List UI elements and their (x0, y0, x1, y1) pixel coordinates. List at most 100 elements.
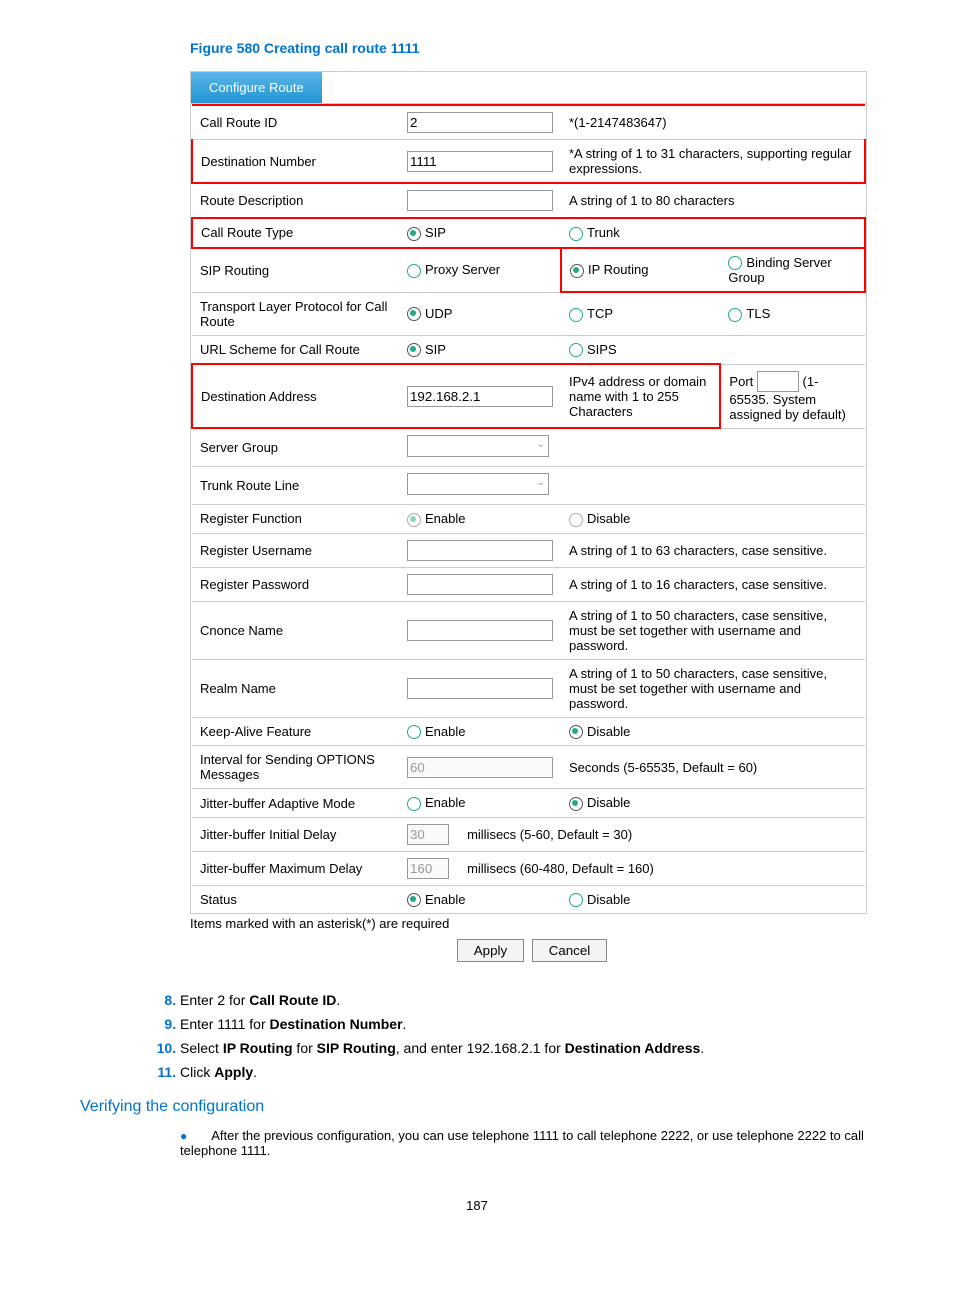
step-10: Select IP Routing for SIP Routing, and e… (180, 1040, 874, 1056)
label-realm: Realm Name (192, 659, 399, 717)
bullet-icon: ● (180, 1129, 187, 1143)
opt-ip-routing: IP Routing (588, 262, 648, 277)
opt-trunk: Trunk (587, 225, 620, 240)
radio-udp[interactable] (407, 307, 421, 321)
opt-reg-disable: Disable (587, 511, 630, 526)
label-server-group: Server Group (192, 428, 399, 467)
verify-heading: Verifying the configuration (80, 1098, 874, 1116)
opt-status-enable: Enable (425, 892, 465, 907)
hint-jitter-max: millisecs (60-480, Default = 160) (467, 861, 654, 876)
hint-dest-addr: IPv4 address or domain name with 1 to 25… (561, 364, 720, 428)
hint-jitter-init: millisecs (5-60, Default = 30) (467, 827, 632, 842)
opt-proxy: Proxy Server (425, 262, 500, 277)
page-number: 187 (80, 1198, 874, 1213)
label-call-route-type: Call Route Type (192, 218, 399, 248)
figure-title: Figure 580 Creating call route 1111 (190, 40, 874, 56)
radio-jm-disable[interactable] (569, 797, 583, 811)
input-jitter-init (407, 824, 449, 845)
label-jitter-init: Jitter-buffer Initial Delay (192, 817, 399, 851)
select-trunk-line: ⌄ (407, 473, 549, 495)
opt-status-disable: Disable (587, 892, 630, 907)
hint-call-route-id: *(1-2147483647) (561, 105, 865, 140)
label-interval: Interval for Sending OPTIONS Messages (192, 746, 399, 789)
label-call-route-id: Call Route ID (192, 105, 399, 140)
hint-cnonce: A string of 1 to 50 characters, case sen… (561, 601, 865, 659)
opt-tls: TLS (746, 306, 770, 321)
opt-ka-enable: Enable (425, 724, 465, 739)
step-11: Click Apply. (180, 1064, 874, 1080)
label-register-fn: Register Function (192, 505, 399, 534)
label-status: Status (192, 885, 399, 913)
radio-tls[interactable] (728, 308, 742, 322)
input-call-route-id[interactable] (407, 112, 553, 133)
radio-jm-enable[interactable] (407, 797, 421, 811)
verify-bullet: ●After the previous configuration, you c… (180, 1128, 874, 1158)
radio-ip-routing[interactable] (570, 264, 584, 278)
hint-dest-number: *A string of 1 to 31 characters, support… (561, 140, 865, 184)
hint-route-desc: A string of 1 to 80 characters (561, 183, 865, 218)
label-trunk-line: Trunk Route Line (192, 467, 399, 505)
step-9: Enter 1111 for Destination Number. (180, 1016, 874, 1032)
opt-sip: SIP (425, 225, 446, 240)
input-dest-addr[interactable] (407, 386, 553, 407)
input-realm[interactable] (407, 678, 553, 699)
hint-realm: A string of 1 to 50 characters, case sen… (561, 659, 865, 717)
radio-status-enable[interactable] (407, 893, 421, 907)
opt-reg-enable: Enable (425, 511, 465, 526)
tab-configure-route[interactable]: Configure Route (191, 72, 322, 103)
radio-sip[interactable] (407, 227, 421, 241)
radio-proxy[interactable] (407, 264, 421, 278)
apply-button[interactable]: Apply (457, 939, 524, 962)
step-8: Enter 2 for Call Route ID. (180, 992, 874, 1008)
steps-list: Enter 2 for Call Route ID. Enter 1111 fo… (140, 992, 874, 1080)
select-server-group: ⌄ (407, 435, 549, 457)
opt-binding: Binding Server Group (728, 255, 831, 286)
opt-udp: UDP (425, 306, 452, 321)
radio-url-sips[interactable] (569, 343, 583, 357)
input-dest-number[interactable] (407, 151, 553, 172)
radio-reg-disable (569, 513, 583, 527)
opt-url-sip: SIP (425, 342, 446, 357)
label-sip-routing: SIP Routing (192, 248, 399, 293)
opt-url-sips: SIPS (587, 342, 617, 357)
opt-ka-disable: Disable (587, 724, 630, 739)
label-port: Port (729, 374, 753, 389)
opt-tcp: TCP (587, 306, 613, 321)
input-reg-user[interactable] (407, 540, 553, 561)
label-route-desc: Route Description (192, 183, 399, 218)
hint-reg-pass: A string of 1 to 16 characters, case sen… (561, 567, 865, 601)
hint-interval: Seconds (5-65535, Default = 60) (561, 746, 865, 789)
input-interval (407, 757, 553, 778)
label-jitter-max: Jitter-buffer Maximum Delay (192, 851, 399, 885)
label-keepalive: Keep-Alive Feature (192, 717, 399, 746)
radio-ka-disable[interactable] (569, 725, 583, 739)
verify-text: After the previous configuration, you ca… (180, 1128, 864, 1158)
label-jitter-mode: Jitter-buffer Adaptive Mode (192, 789, 399, 818)
tab-header: Configure Route (191, 72, 866, 104)
label-reg-user: Register Username (192, 533, 399, 567)
radio-tcp[interactable] (569, 308, 583, 322)
input-reg-pass[interactable] (407, 574, 553, 595)
input-route-desc[interactable] (407, 190, 553, 211)
radio-reg-enable (407, 513, 421, 527)
radio-url-sip[interactable] (407, 343, 421, 357)
input-cnonce[interactable] (407, 620, 553, 641)
required-note: Items marked with an asterisk(*) are req… (190, 916, 874, 931)
radio-status-disable[interactable] (569, 893, 583, 907)
label-cnonce: Cnonce Name (192, 601, 399, 659)
opt-jm-enable: Enable (425, 795, 465, 810)
input-jitter-max (407, 858, 449, 879)
label-dest-number: Destination Number (192, 140, 399, 184)
radio-ka-enable[interactable] (407, 725, 421, 739)
label-reg-pass: Register Password (192, 567, 399, 601)
cancel-button[interactable]: Cancel (532, 939, 608, 962)
input-port[interactable] (757, 371, 799, 392)
opt-jm-disable: Disable (587, 795, 630, 810)
label-url-scheme: URL Scheme for Call Route (192, 335, 399, 364)
hint-reg-user: A string of 1 to 63 characters, case sen… (561, 533, 865, 567)
label-transport: Transport Layer Protocol for Call Route (192, 292, 399, 335)
label-dest-addr: Destination Address (192, 364, 399, 428)
config-form: Configure Route Call Route ID *(1-214748… (190, 71, 867, 914)
radio-binding[interactable] (728, 256, 742, 270)
radio-trunk[interactable] (569, 227, 583, 241)
